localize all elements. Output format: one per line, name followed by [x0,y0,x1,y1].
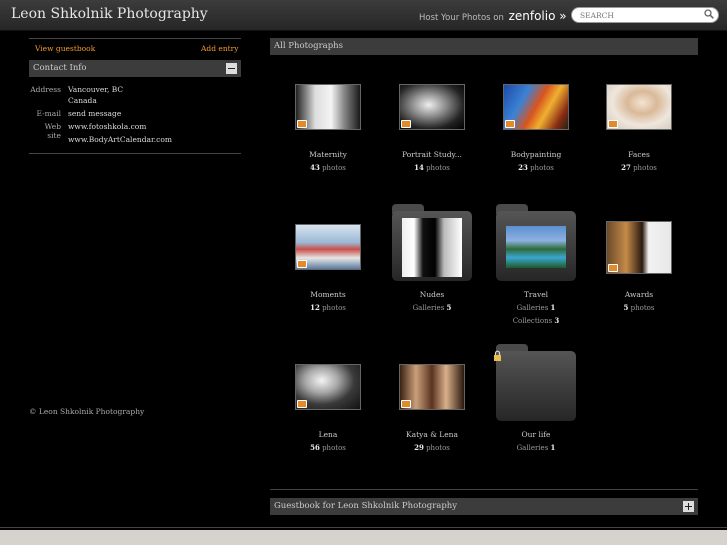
gallery-count: 27 photos [621,163,657,172]
sidebar-divider [29,38,241,39]
guestbook-title: Guestbook for Leon Shkolnik Photography [274,501,458,511]
gallery-thumbnail[interactable] [295,84,361,130]
gallery-thumbnail[interactable] [503,84,569,130]
gallery-count: 29 photos [414,443,450,452]
gallery-count: 12 photos [310,303,346,312]
email-label: E-mail [36,109,61,118]
gallery-count: 56 photos [310,443,346,452]
view-guestbook-link[interactable]: View guestbook [35,44,95,53]
gallery-name[interactable]: Faces [584,150,694,159]
sidebar-divider [29,153,241,154]
gallery-name[interactable]: Nudes [377,290,487,299]
lock-icon [494,350,501,361]
gallery-thumbnail[interactable] [606,221,672,274]
section-title: All Photographs [274,41,343,51]
contact-info-bar: Contact Info [29,60,241,77]
all-photographs-bar: All Photographs [270,38,698,55]
gallery-thumbnail[interactable] [606,84,672,130]
gallery-thumbnail[interactable] [399,364,465,410]
gallery-badge-icon [401,400,411,408]
gallery-name[interactable]: Our life [481,430,591,439]
gallery-badge-icon [297,400,307,408]
gallery-count: 14 photos [414,163,450,172]
collapse-icon[interactable] [226,63,237,74]
add-entry-link[interactable]: Add entry [201,44,239,53]
zenfolio-promo[interactable]: Host Your Photos on zenfolio » [419,9,567,23]
copyright-text: © Leon Shkolnik Photography [29,407,145,416]
section-divider [270,489,698,490]
address-label: Address [30,85,61,94]
gallery-count: Galleries 5 [412,303,452,312]
search-icon[interactable] [704,9,714,19]
promo-text: Host Your Photos on [419,13,504,23]
gallery-name[interactable]: Katya & Lena [377,430,487,439]
site-title[interactable]: Leon Shkolnik Photography [11,6,208,22]
gallery-name[interactable]: Awards [584,290,694,299]
website-label: Web site [44,122,61,140]
gallery-badge-icon [505,120,515,128]
gallery-thumbnail[interactable] [399,84,465,130]
gallery-count: 43 photos [310,163,346,172]
gallery-name[interactable]: Moments [273,290,383,299]
zenfolio-logo: zenfolio » [508,9,567,23]
contact-info-title: Contact Info [33,63,87,73]
collection-count: Collections 3 [512,316,560,325]
gallery-name[interactable]: Bodypainting [481,150,591,159]
search-input[interactable] [571,7,719,23]
header-bar: Leon Shkolnik Photography Host Your Phot… [0,0,727,31]
send-message-link[interactable]: send message [68,109,121,118]
gallery-badge-icon [608,264,618,272]
gallery-name[interactable]: Travel [481,290,591,299]
footer-divider [0,527,727,528]
gallery-thumbnail[interactable] [295,224,361,270]
guestbook-bar: Guestbook for Leon Shkolnik Photography [270,498,698,515]
expand-icon[interactable] [683,501,694,512]
gallery-badge-icon [401,120,411,128]
folder-icon[interactable] [496,204,576,281]
horizontal-scrollbar[interactable] [0,530,727,545]
folder-icon[interactable] [392,204,472,281]
website-link-bodyartcalendar[interactable]: www.BodyArtCalendar.com [68,135,172,144]
folder-icon[interactable] [496,344,576,421]
gallery-thumbnail[interactable] [295,364,361,410]
gallery-name[interactable]: Lena [273,430,383,439]
gallery-badge-icon [608,120,618,128]
address-line1: Vancouver, BC [68,85,124,94]
gallery-count: 5 photos [623,303,655,312]
gallery-badge-icon [297,120,307,128]
gallery-name[interactable]: Portrait Study... [377,150,487,159]
address-line2: Canada [68,96,97,105]
gallery-count: Galleries 1 [516,303,556,312]
gallery-count: 23 photos [518,163,554,172]
gallery-badge-icon [297,260,307,268]
gallery-count: Galleries 1 [516,443,556,452]
website-link-fotoshkola[interactable]: www.fotoshkola.com [68,122,146,131]
gallery-name[interactable]: Maternity [273,150,383,159]
